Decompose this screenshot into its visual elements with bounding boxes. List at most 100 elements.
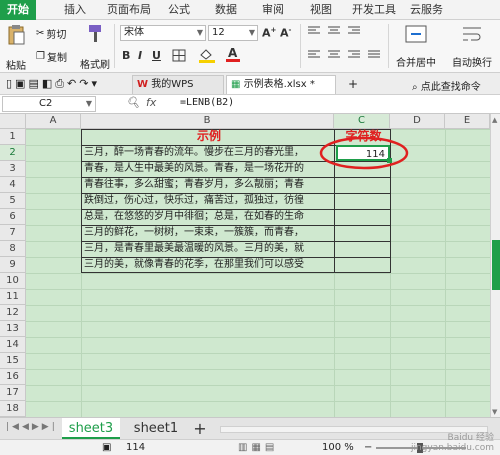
font-size-select[interactable]: 12 ▼ bbox=[208, 25, 258, 41]
sheet-tab-sheet3[interactable]: sheet3 bbox=[62, 418, 120, 439]
separator bbox=[300, 24, 301, 68]
cell-b-text[interactable]: 总是，在悠悠的岁月中徘徊；总是，在如春的生命 bbox=[82, 209, 334, 225]
column-header-c[interactable]: C bbox=[334, 114, 390, 129]
tab-developer[interactable]: 开发工具 bbox=[352, 0, 396, 20]
tab-start[interactable]: 开始 bbox=[0, 0, 36, 20]
tab-review[interactable]: 审阅 bbox=[262, 0, 284, 20]
name-box[interactable]: C2 ▼ bbox=[2, 96, 96, 112]
annotation-circle bbox=[319, 136, 409, 170]
grow-font-icon[interactable]: A+ bbox=[262, 26, 276, 40]
separator bbox=[388, 24, 389, 68]
status-lock-icon: ▣ bbox=[102, 442, 112, 453]
row-header[interactable]: 1 bbox=[0, 129, 26, 145]
select-all-corner[interactable] bbox=[0, 114, 26, 129]
quick-tools-icon[interactable]: ▯▣▤◧⎙↶↷▾ bbox=[6, 77, 100, 91]
formula-input[interactable]: =LENB(B2) bbox=[180, 97, 234, 108]
menu-bar: 开始 插入 页面布局 公式 数据 审阅 视图 开发工具 云服务 bbox=[0, 0, 500, 20]
row-header[interactable]: 11 bbox=[0, 289, 26, 305]
row-header[interactable]: 2 bbox=[0, 145, 26, 161]
cell-b-text[interactable]: 青春往事，多么甜蜜；青春岁月，多么靓丽；青春 bbox=[82, 177, 334, 193]
align-left-icon[interactable] bbox=[306, 49, 386, 64]
format-painter-button[interactable]: 格式刷 bbox=[80, 24, 110, 71]
watermark: Baidu 经验 jingyan.baidu.com bbox=[410, 433, 494, 453]
merge-center-button[interactable]: 合并居中 bbox=[396, 25, 436, 69]
search-command-label: 点此查找命令 bbox=[420, 82, 481, 93]
row-header[interactable]: 15 bbox=[0, 353, 26, 369]
row-header[interactable]: 6 bbox=[0, 209, 26, 225]
italic-button[interactable]: I bbox=[138, 49, 142, 62]
wrap-text-button[interactable]: 自动换行 bbox=[452, 25, 492, 69]
font-name-select[interactable]: 宋体 ▼ bbox=[120, 25, 206, 41]
copy-button[interactable]: ❐ 复制 bbox=[36, 49, 67, 64]
add-tab-icon[interactable]: + bbox=[348, 77, 358, 91]
scroll-down-icon[interactable]: ▼ bbox=[492, 408, 497, 416]
horizontal-scrollbar[interactable] bbox=[220, 426, 488, 433]
cell-b-text[interactable]: 三月的鲜花，一树树，一束束，一簇簇，而青春， bbox=[82, 225, 334, 241]
row-header[interactable]: 5 bbox=[0, 193, 26, 209]
tab-page-layout[interactable]: 页面布局 bbox=[107, 0, 151, 20]
my-wps-label: 我的WPS bbox=[151, 79, 194, 90]
font-name-value: 宋体 bbox=[124, 27, 144, 38]
row-header[interactable]: 7 bbox=[0, 225, 26, 241]
border-icon[interactable] bbox=[172, 49, 186, 65]
cell-b-text[interactable]: 青春，是人生中最美的风景。青春，是一场花开的 bbox=[82, 161, 334, 177]
grid-line bbox=[445, 129, 446, 417]
chevron-down-icon: ▼ bbox=[248, 28, 255, 37]
row-header[interactable]: 17 bbox=[0, 385, 26, 401]
row-header[interactable]: 13 bbox=[0, 321, 26, 337]
search-command[interactable]: ⌕ 点此查找命令 bbox=[412, 78, 481, 93]
add-sheet-button[interactable]: + bbox=[190, 418, 210, 439]
row-header[interactable]: 9 bbox=[0, 257, 26, 273]
row-header[interactable]: 4 bbox=[0, 177, 26, 193]
tab-formulas[interactable]: 公式 bbox=[168, 0, 190, 20]
cell-b-text[interactable]: 三月，是青春里最美最温暖的风景。三月的美，就 bbox=[82, 241, 334, 257]
scissors-icon: ✂ bbox=[36, 28, 45, 39]
row-header[interactable]: 3 bbox=[0, 161, 26, 177]
formula-bar: C2 ▼ 🔍︎ fx =LENB(B2) bbox=[0, 95, 500, 114]
side-panel-toggle[interactable] bbox=[492, 240, 500, 290]
tab-my-wps[interactable]: W 我的WPS bbox=[132, 75, 224, 94]
svg-text:A: A bbox=[228, 46, 238, 60]
zoom-icon[interactable]: 🔍︎ bbox=[126, 96, 140, 109]
cell-b1-title[interactable]: 示例 bbox=[82, 129, 334, 145]
column-header-a[interactable]: A bbox=[26, 114, 81, 129]
tab-insert[interactable]: 插入 bbox=[64, 0, 86, 20]
cut-button[interactable]: ✂ 剪切 bbox=[36, 26, 66, 41]
shrink-font-icon[interactable]: A- bbox=[280, 26, 291, 40]
document-label: 示例表格.xlsx * bbox=[243, 79, 315, 90]
tab-view[interactable]: 视图 bbox=[310, 0, 332, 20]
align-top-icon[interactable] bbox=[306, 25, 366, 40]
zoom-level[interactable]: 100 % bbox=[322, 440, 354, 455]
underline-button[interactable]: U bbox=[152, 49, 161, 62]
row-header[interactable]: 18 bbox=[0, 401, 26, 417]
row-header[interactable]: 12 bbox=[0, 305, 26, 321]
bold-button[interactable]: B bbox=[122, 49, 130, 62]
tab-data[interactable]: 数据 bbox=[215, 0, 237, 20]
sheet-tab-sheet1[interactable]: sheet1 bbox=[126, 418, 186, 439]
sheet-nav-icon[interactable]: |◀◀▶▶| bbox=[6, 422, 58, 432]
row-header[interactable]: 14 bbox=[0, 337, 26, 353]
row-header[interactable]: 16 bbox=[0, 369, 26, 385]
font-color-icon[interactable]: A bbox=[225, 46, 241, 66]
cell-b-text[interactable]: 跌倒过，伤心过，快乐过，痛苦过，孤独过，彷徨 bbox=[82, 193, 334, 209]
cut-label: 剪切 bbox=[46, 30, 67, 41]
wrap-text-icon bbox=[461, 25, 483, 46]
status-sum: 114 bbox=[126, 442, 146, 453]
row-header[interactable]: 8 bbox=[0, 241, 26, 257]
chevron-down-icon: ▼ bbox=[196, 28, 203, 37]
column-header-e[interactable]: E bbox=[445, 114, 490, 129]
cell-b-text[interactable]: 三月的美，就像青春的花季，在那里我们可以感受 bbox=[82, 257, 334, 273]
ribbon: 粘贴 ✂ 剪切 ❐ 复制 格式刷 宋体 ▼ 12 ▼ A+ A- B I U A bbox=[0, 20, 500, 73]
paste-button[interactable]: 粘贴 bbox=[6, 24, 26, 72]
tab-document[interactable]: ▦ 示例表格.xlsx * bbox=[226, 75, 336, 94]
scroll-up-icon[interactable]: ▲ bbox=[492, 116, 497, 124]
zoom-out-icon[interactable]: − bbox=[364, 440, 372, 455]
view-mode-icons[interactable]: ▥▦▤ bbox=[238, 440, 278, 455]
tab-cloud[interactable]: 云服务 bbox=[410, 0, 443, 20]
fill-color-icon[interactable] bbox=[198, 47, 216, 66]
fx-icon[interactable]: fx bbox=[146, 96, 156, 109]
column-header-b[interactable]: B bbox=[81, 114, 334, 129]
row-header[interactable]: 10 bbox=[0, 273, 26, 289]
column-header-d[interactable]: D bbox=[390, 114, 445, 129]
cell-b-text[interactable]: 三月，醉一场青春的流年。慢步在三月的春光里， bbox=[82, 145, 334, 161]
